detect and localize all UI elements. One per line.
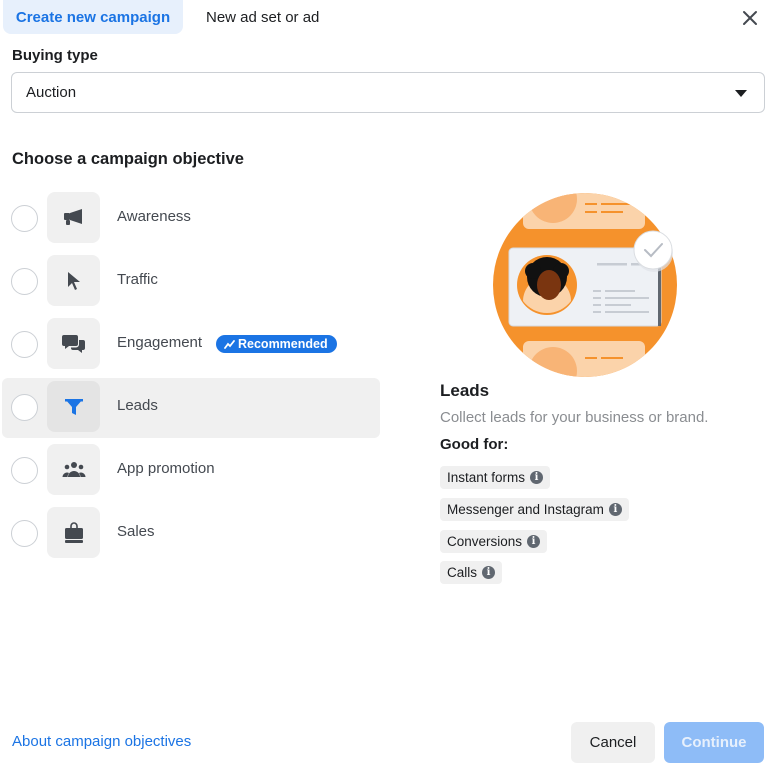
objective-traffic[interactable]: Traffic xyxy=(2,252,380,312)
chip-label: Messenger and Instagram xyxy=(447,502,604,517)
objective-icon-box xyxy=(47,192,100,243)
objective-awareness[interactable]: Awareness xyxy=(2,189,380,249)
radio-awareness[interactable] xyxy=(11,205,38,232)
objective-icon-box xyxy=(47,255,100,306)
objective-label: Leads xyxy=(117,397,158,414)
caret-down-icon xyxy=(735,90,747,97)
megaphone-icon xyxy=(63,208,82,225)
info-icon[interactable]: i xyxy=(608,503,622,516)
chip-calls: Calls i xyxy=(440,561,503,584)
objective-label: Sales xyxy=(117,523,155,540)
chip-messenger-and-instagram: Messenger and Instagram i xyxy=(440,498,629,521)
about-campaign-objectives-link[interactable]: About campaign objectives xyxy=(12,733,191,750)
radio-leads[interactable] xyxy=(11,394,38,421)
cursor-icon xyxy=(67,271,80,290)
buying-type-label: Buying type xyxy=(12,47,98,64)
buying-type-value: Auction xyxy=(26,84,77,101)
chip-label: Conversions xyxy=(447,534,523,549)
tab-create-new-campaign[interactable]: Create new campaign xyxy=(3,0,183,34)
cancel-button[interactable]: Cancel xyxy=(571,722,655,763)
shopping-bag-icon xyxy=(64,521,83,543)
objective-icon-box xyxy=(47,507,100,558)
funnel-icon xyxy=(64,398,83,415)
objective-label: Traffic xyxy=(117,271,158,288)
chip-instant-forms: Instant forms i xyxy=(440,466,551,489)
close-icon xyxy=(743,11,757,25)
chat-bubbles-icon xyxy=(61,334,85,353)
objective-sales[interactable]: Sales xyxy=(2,504,380,564)
objective-label: Awareness xyxy=(117,208,191,225)
objective-leads[interactable]: Leads xyxy=(2,378,380,438)
objective-label: App promotion xyxy=(117,460,215,477)
objective-icon-box xyxy=(47,444,100,495)
info-icon[interactable]: i xyxy=(527,535,541,548)
good-for-label: Good for: xyxy=(440,436,509,453)
radio-app-promotion[interactable] xyxy=(11,457,38,484)
chip-conversions: Conversions i xyxy=(440,530,548,553)
objective-engagement[interactable]: Engagement Recommended xyxy=(2,315,380,375)
objective-icon-box xyxy=(47,381,100,432)
people-icon xyxy=(62,461,85,477)
tab-new-ad-set-or-ad[interactable]: New ad set or ad xyxy=(206,0,319,34)
chip-label: Calls xyxy=(447,565,478,580)
close-button[interactable] xyxy=(738,6,762,30)
info-icon[interactable]: i xyxy=(482,566,496,579)
radio-traffic[interactable] xyxy=(11,268,38,295)
objective-icon-box xyxy=(47,318,100,369)
detail-title: Leads xyxy=(440,381,490,400)
info-icon[interactable]: i xyxy=(530,471,544,484)
detail-description: Collect leads for your business or brand… xyxy=(440,409,709,426)
objectives-title: Choose a campaign objective xyxy=(12,150,244,168)
continue-button[interactable]: Continue xyxy=(664,722,764,763)
recommended-badge: Recommended xyxy=(216,335,337,353)
objective-label: Engagement xyxy=(117,334,203,351)
objective-app-promotion[interactable]: App promotion xyxy=(2,441,380,501)
trend-icon xyxy=(224,339,235,349)
radio-sales[interactable] xyxy=(11,520,38,547)
leads-illustration xyxy=(493,193,677,377)
recommended-label: Recommended xyxy=(238,337,328,351)
radio-engagement[interactable] xyxy=(11,331,38,358)
buying-type-select[interactable]: Auction xyxy=(11,72,765,113)
chip-label: Instant forms xyxy=(447,470,526,485)
